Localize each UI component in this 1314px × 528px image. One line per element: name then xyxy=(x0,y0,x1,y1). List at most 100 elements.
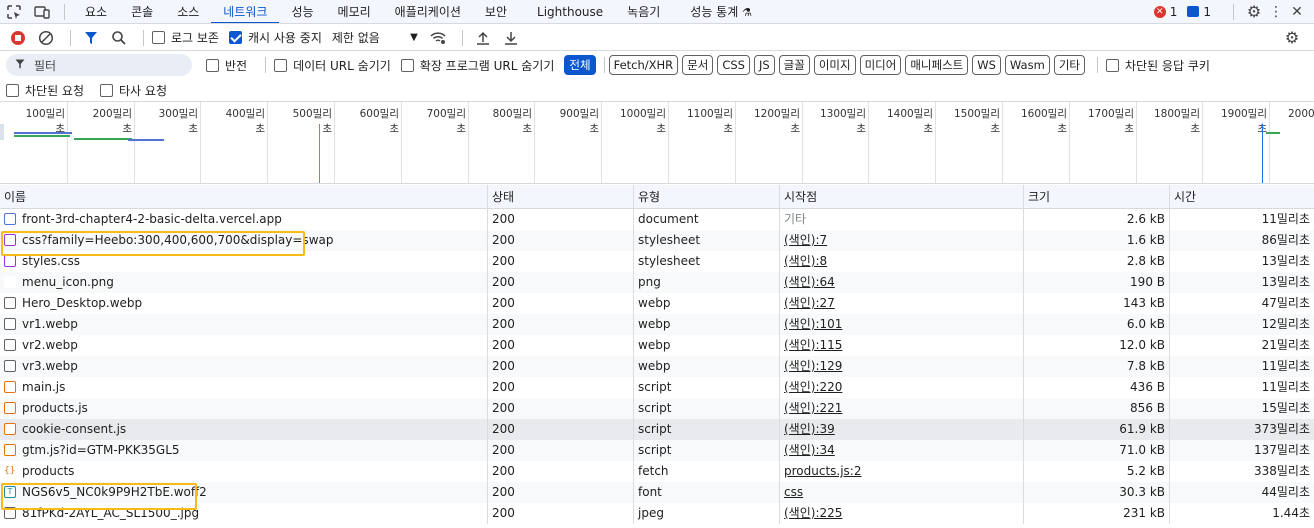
request-name[interactable]: front-3rd-chapter4-2-basic-delta.vercel.… xyxy=(22,212,282,226)
third-party-checkbox[interactable]: 타사 요청 xyxy=(100,82,167,99)
cell-initiator-text[interactable]: (색인):129 xyxy=(784,359,842,373)
column-header-initiator[interactable]: 시작점 xyxy=(780,185,1024,208)
table-row[interactable]: cookie-consent.js 200 script (색인):39 61.9 kB… xyxy=(0,419,1314,440)
cell-name[interactable]: {} products xyxy=(0,461,488,482)
request-name[interactable]: vr1.webp xyxy=(22,317,78,331)
cell-initiator[interactable]: (색인):101 xyxy=(780,314,1024,335)
tab-security[interactable]: 보안 xyxy=(473,0,519,23)
tab-application[interactable]: 애플리케이션 xyxy=(383,0,473,23)
table-row[interactable]: vr1.webp 200 webp (색인):101 6.0 kB 12밀리초 xyxy=(0,314,1314,335)
cell-name[interactable]: vr1.webp xyxy=(0,314,488,335)
cell-initiator[interactable]: (색인):220 xyxy=(780,377,1024,398)
cell-initiator-text[interactable]: (색인):39 xyxy=(784,422,835,436)
cell-initiator[interactable]: (색인):7 xyxy=(780,230,1024,251)
cell-initiator[interactable]: (색인):129 xyxy=(780,356,1024,377)
disable-cache-checkbox[interactable]: 캐시 사용 중지 xyxy=(228,29,322,46)
record-stop-icon[interactable] xyxy=(6,26,30,50)
clear-icon[interactable] xyxy=(34,26,58,50)
network-overview-timeline[interactable]: 100밀리초 200밀리초 300밀리초 400밀리초 500밀리초 600밀리초 700밀… xyxy=(0,101,1314,184)
cell-initiator[interactable]: (색인):8 xyxy=(780,251,1024,272)
preserve-log-checkbox[interactable]: 로그 보존 xyxy=(152,29,219,46)
request-name[interactable]: gtm.js?id=GTM-PKK35GL5 xyxy=(22,443,180,457)
request-name[interactable]: products xyxy=(22,464,74,478)
device-toolbar-icon[interactable] xyxy=(28,0,56,23)
close-devtools-icon[interactable]: ✕ xyxy=(1286,0,1308,23)
cell-initiator-text[interactable]: (색인):221 xyxy=(784,401,842,415)
filter-type-media[interactable]: 미디어 xyxy=(859,55,902,75)
tab-lighthouse[interactable]: Lighthouse xyxy=(525,0,615,23)
search-icon[interactable] xyxy=(107,26,131,50)
network-conditions-wifi-icon[interactable] xyxy=(426,26,450,50)
filter-type-wasm[interactable]: Wasm xyxy=(1004,55,1050,75)
cell-initiator[interactable]: (색인):225 xyxy=(780,503,1024,524)
cell-name[interactable]: products.js xyxy=(0,398,488,419)
cell-initiator[interactable]: 기타 xyxy=(780,209,1024,230)
request-name[interactable]: vr3.webp xyxy=(22,359,78,373)
message-count[interactable]: 1 xyxy=(1187,5,1211,19)
request-name[interactable]: cookie-consent.js xyxy=(22,422,126,436)
cell-initiator-text[interactable]: (색인):115 xyxy=(784,338,842,352)
cell-initiator-text[interactable]: (색인):7 xyxy=(784,233,827,247)
table-row[interactable]: Hero_Desktop.webp 200 webp (색인):27 143 kB 47밀… xyxy=(0,293,1314,314)
table-row[interactable]: gtm.js?id=GTM-PKK35GL5 200 script (색인):34 71… xyxy=(0,440,1314,461)
column-header-time[interactable]: 시간 xyxy=(1170,185,1314,208)
column-header-status[interactable]: 상태 xyxy=(488,185,634,208)
overview-left-handle[interactable] xyxy=(0,124,4,140)
cell-initiator[interactable]: css xyxy=(780,482,1024,503)
throttling-select[interactable]: 제한 없음 ▼ xyxy=(332,29,418,46)
table-row[interactable]: vr2.webp 200 webp (색인):115 12.0 kB 21밀리초 xyxy=(0,335,1314,356)
cell-initiator-text[interactable]: (색인):220 xyxy=(784,380,842,394)
tab-elements[interactable]: 요소 xyxy=(73,0,119,23)
table-row[interactable]: main.js 200 script (색인):220 436 B 11밀리초 xyxy=(0,377,1314,398)
cell-initiator-text[interactable]: (색인):101 xyxy=(784,317,842,331)
cell-initiator-text[interactable]: css xyxy=(784,485,803,499)
hide-data-urls-checkbox[interactable]: 데이터 URL 숨기기 xyxy=(274,57,391,74)
filter-input[interactable]: 필터 xyxy=(6,54,192,76)
cell-initiator-text[interactable]: (색인):34 xyxy=(784,443,835,457)
cell-name[interactable]: main.js xyxy=(0,377,488,398)
tab-sources[interactable]: 소스 xyxy=(165,0,211,23)
filter-type-js[interactable]: JS xyxy=(753,55,775,75)
more-options-icon[interactable]: ⋮ xyxy=(1266,0,1286,23)
tab-network[interactable]: 네트워크 xyxy=(211,0,280,23)
filter-type-font[interactable]: 글꼴 xyxy=(778,55,810,75)
cell-initiator[interactable]: (색인):34 xyxy=(780,440,1024,461)
request-name[interactable]: menu_icon.png xyxy=(22,275,114,289)
request-name[interactable]: vr2.webp xyxy=(22,338,78,352)
settings-gear-icon[interactable]: ⚙ xyxy=(1242,0,1266,23)
column-header-name[interactable]: 이름 xyxy=(0,185,488,208)
import-har-upload-icon[interactable] xyxy=(471,26,495,50)
tab-memory[interactable]: 메모리 xyxy=(326,0,383,23)
filter-type-fetch-xhr[interactable]: Fetch/XHR xyxy=(608,55,679,75)
table-row[interactable]: T NGS6v5_NC0k9P9H2TbE.woff2 200 font css 30.3… xyxy=(0,482,1314,503)
filter-type-img[interactable]: 이미지 xyxy=(813,55,856,75)
hide-extension-urls-box[interactable] xyxy=(400,58,414,72)
filter-funnel-icon[interactable] xyxy=(79,26,103,50)
table-row[interactable]: vr3.webp 200 webp (색인):129 7.8 kB 11밀리초 xyxy=(0,356,1314,377)
cell-name[interactable]: gtm.js?id=GTM-PKK35GL5 xyxy=(0,440,488,461)
blocked-requests-box[interactable] xyxy=(6,83,19,97)
tab-performance[interactable]: 성능 xyxy=(279,0,325,23)
preserve-log-box[interactable] xyxy=(152,31,165,44)
request-name[interactable]: Hero_Desktop.webp xyxy=(22,296,142,310)
blocked-cookies-box[interactable] xyxy=(1105,58,1119,72)
cell-name[interactable]: cookie-consent.js xyxy=(0,419,488,440)
invert-box[interactable] xyxy=(206,58,219,72)
cell-initiator[interactable]: (색인):221 xyxy=(780,398,1024,419)
cell-name[interactable]: vr3.webp xyxy=(0,356,488,377)
error-count[interactable]: ✕ 1 xyxy=(1153,5,1177,19)
cell-initiator-text[interactable]: 기타 xyxy=(784,212,806,226)
table-row[interactable]: front-3rd-chapter4-2-basic-delta.vercel.… xyxy=(0,209,1314,230)
cell-initiator[interactable]: (색인):39 xyxy=(780,419,1024,440)
cell-initiator-text[interactable]: (색인):8 xyxy=(784,254,827,268)
hide-extension-urls-checkbox[interactable]: 확장 프로그램 URL 숨기기 xyxy=(400,57,554,74)
filter-type-all[interactable]: 전체 xyxy=(564,55,596,75)
disable-cache-box[interactable] xyxy=(228,31,242,44)
table-row[interactable]: 81fPKd-2AYL_AC_SL1500_.jpg 200 jpeg (색인):22… xyxy=(0,503,1314,524)
filter-type-other[interactable]: 기타 xyxy=(1053,55,1085,75)
cell-initiator-text[interactable]: (색인):225 xyxy=(784,506,842,520)
cell-initiator-text[interactable]: (색인):27 xyxy=(784,296,835,310)
request-name[interactable]: styles.css xyxy=(22,254,80,268)
request-name[interactable]: products.js xyxy=(22,401,88,415)
cell-initiator[interactable]: products.js:2 xyxy=(780,461,1024,482)
